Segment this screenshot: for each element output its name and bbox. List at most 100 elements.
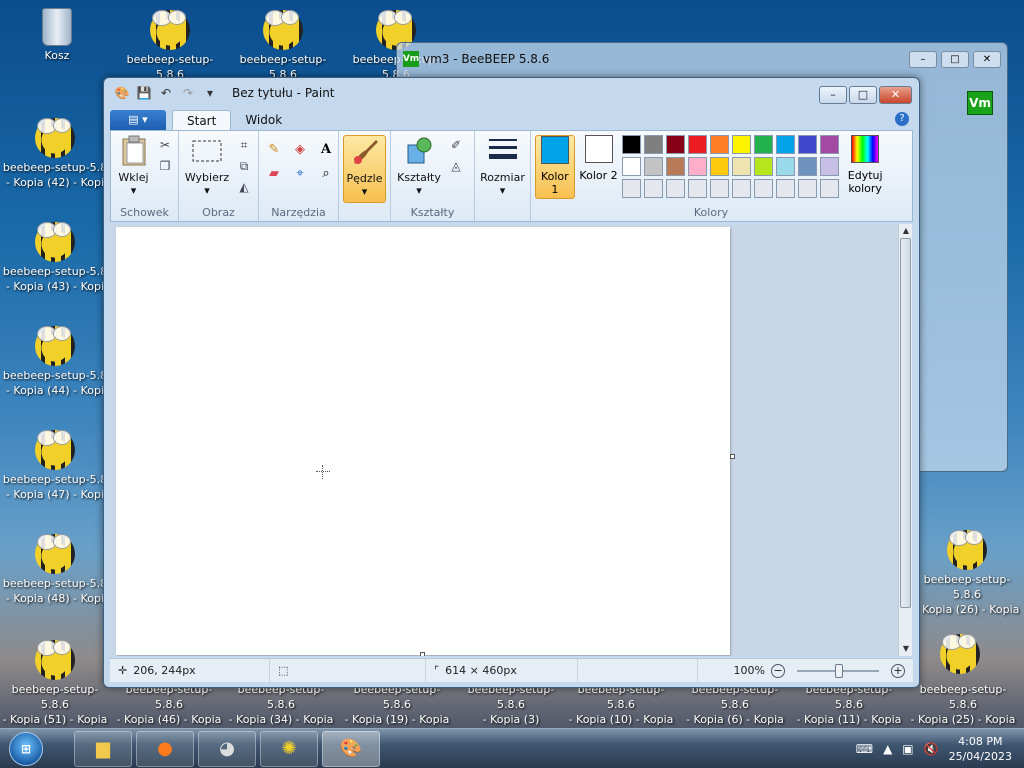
desktop-icon-beebeep[interactable]: beebeep-setup-5.8.6 - Kopia (6) - Kopia: [680, 682, 790, 727]
palette-swatch[interactable]: [776, 157, 796, 176]
network-icon[interactable]: ▣: [902, 742, 913, 756]
color-picker-icon[interactable]: ⌖: [289, 163, 311, 183]
desktop-icon-beebeep[interactable]: beebeep-setup-5.8.6 - Kopia (3): [456, 682, 566, 727]
start-button[interactable]: ⊞: [4, 730, 48, 768]
palette-swatch[interactable]: [732, 179, 752, 198]
palette-swatch[interactable]: [644, 179, 664, 198]
tab-start[interactable]: Start: [172, 110, 232, 130]
palette-swatch[interactable]: [622, 179, 642, 198]
zoom-out-button[interactable]: −: [771, 663, 785, 678]
scroll-thumb[interactable]: [900, 238, 911, 608]
desktop-icon-beebeep[interactable]: beebeep-setup-5.8.6 - Kopia (26) - Kopia: [912, 530, 1022, 617]
help-icon[interactable]: ?: [895, 112, 909, 126]
palette-swatch[interactable]: [798, 179, 818, 198]
shapes-button[interactable]: Kształty ▾: [395, 135, 443, 203]
taskbar-app-raccoon[interactable]: ◕: [198, 730, 256, 767]
canvas-resize-handle-right[interactable]: [730, 454, 735, 459]
palette-swatch[interactable]: [798, 135, 818, 154]
desktop-icon-beebeep[interactable]: beebeep-setup-5.8.6 - Kopia (46) - Kopia: [114, 682, 224, 727]
palette-swatch[interactable]: [710, 157, 730, 176]
taskbar-beebeep[interactable]: ✺: [260, 730, 318, 767]
clock[interactable]: 4:08 PM 25/04/2023: [949, 734, 1012, 764]
desktop-icon-beebeep[interactable]: beebeep-setup-5.8 - Kopia (42) - Kopi: [0, 118, 110, 190]
vertical-scrollbar[interactable]: ▲ ▼: [898, 224, 912, 656]
palette-swatch[interactable]: [754, 179, 774, 198]
zoom-slider[interactable]: [797, 663, 879, 678]
select-button[interactable]: Wybierz ▾: [183, 135, 231, 203]
brushes-button[interactable]: Pędzle ▾: [343, 135, 386, 203]
color2-button[interactable]: Kolor 2: [579, 135, 619, 199]
palette-swatch[interactable]: [732, 157, 752, 176]
palette-swatch[interactable]: [644, 135, 664, 154]
taskbar-firefox[interactable]: ●: [136, 730, 194, 767]
taskbar-explorer[interactable]: ▆: [74, 730, 132, 767]
paste-button[interactable]: Wklej ▾: [115, 135, 152, 203]
desktop-icon-beebeep[interactable]: beebeep-setup-5.8.6: [228, 10, 338, 82]
palette-swatch[interactable]: [776, 179, 796, 198]
minimize-button[interactable]: –: [819, 86, 847, 104]
palette-swatch[interactable]: [622, 157, 642, 176]
magnifier-icon[interactable]: ⌕: [315, 163, 337, 183]
color1-button[interactable]: Kolor 1: [535, 135, 575, 199]
paint-titlebar[interactable]: 🎨 💾 ↶ ↷ ▾ Bez tytułu - Paint: [104, 78, 919, 108]
palette-swatch[interactable]: [732, 135, 752, 154]
palette-swatch[interactable]: [688, 135, 708, 154]
desktop-icon-beebeep[interactable]: beebeep-setup-5.8.6 - Kopia (11) - Kopia: [794, 682, 904, 727]
desktop-icon-beebeep[interactable]: beebeep-setup-5.8.6 - Kopia (25) - Kopia: [908, 682, 1018, 727]
palette-swatch[interactable]: [820, 135, 840, 154]
scroll-down-icon[interactable]: ▼: [899, 642, 912, 656]
palette-swatch[interactable]: [754, 157, 774, 176]
fill-shape-icon[interactable]: ◬: [447, 158, 465, 174]
paint-app-icon[interactable]: 🎨: [114, 85, 130, 101]
desktop-icon-beebeep[interactable]: beebeep-setup-5.8 - Kopia (44) - Kopi: [0, 326, 110, 398]
zoom-slider-knob[interactable]: [835, 663, 843, 678]
customize-quick-access-icon[interactable]: ▾: [202, 85, 218, 101]
palette-swatch[interactable]: [710, 135, 730, 154]
palette-swatch[interactable]: [666, 157, 686, 176]
palette-swatch[interactable]: [820, 157, 840, 176]
palette-swatch[interactable]: [688, 179, 708, 198]
palette-swatch[interactable]: [622, 135, 642, 154]
desktop-icon-beebeep[interactable]: beebeep-setup-5.8.6 - Kopia (10) - Kopia: [566, 682, 676, 727]
beebeep-user-badge[interactable]: Vm: [967, 91, 993, 115]
crop-icon[interactable]: ⌗: [235, 137, 253, 153]
copy-icon[interactable]: ❐: [156, 158, 174, 174]
redo-icon[interactable]: ↷: [180, 85, 196, 101]
desktop-icon-beebeep[interactable]: beebeep-setup-5.8.6: [115, 10, 225, 82]
save-icon[interactable]: 💾: [136, 85, 152, 101]
palette-swatch[interactable]: [644, 157, 664, 176]
desktop-icon-beebeep[interactable]: beebeep-setup-5.8.6 - Kopia (34) - Kopia: [226, 682, 336, 727]
resize-icon[interactable]: ⧉: [235, 158, 253, 174]
rotate-icon[interactable]: ◭: [235, 179, 253, 195]
show-hidden-icons[interactable]: ▲: [883, 742, 892, 756]
desktop-icon-beebeep[interactable]: beebeep-setup-5.8.6 - Kopia (51) - Kopia: [0, 640, 110, 727]
maximize-button[interactable]: □: [849, 86, 877, 104]
scroll-up-icon[interactable]: ▲: [899, 224, 912, 238]
palette-swatch[interactable]: [688, 157, 708, 176]
palette-swatch[interactable]: [666, 135, 686, 154]
close-button[interactable]: ✕: [973, 51, 1001, 68]
desktop-icon-beebeep[interactable]: beebeep-setup-5.8 - Kopia (43) - Kopi: [0, 222, 110, 294]
palette-swatch[interactable]: [666, 179, 686, 198]
canvas-resize-handle-bottom[interactable]: [420, 652, 425, 656]
palette-swatch[interactable]: [776, 135, 796, 154]
desktop-icon-recycle-bin[interactable]: Kosz: [2, 8, 112, 63]
cut-icon[interactable]: ✂: [156, 137, 174, 153]
eraser-icon[interactable]: ▰: [263, 163, 285, 183]
tab-widok[interactable]: Widok: [231, 110, 296, 130]
maximize-button[interactable]: □: [941, 51, 969, 68]
close-button[interactable]: ✕: [879, 86, 912, 104]
minimize-button[interactable]: –: [909, 51, 937, 68]
desktop-icon-beebeep[interactable]: beebeep-setup-5.8 - Kopia (48) - Kopi: [0, 534, 110, 606]
desktop-icon-beebeep[interactable]: beebeep-setup-5.8.6 - Kopia (19) - Kopia: [342, 682, 452, 727]
desktop-icon-beebeep[interactable]: beebeep-setup-5.8 - Kopia (47) - Kopi: [0, 430, 110, 502]
palette-swatch[interactable]: [710, 179, 730, 198]
taskbar-paint[interactable]: 🎨: [322, 730, 380, 767]
canvas-area[interactable]: ▲ ▼: [110, 224, 912, 656]
edit-colors-button[interactable]: Edytuj kolory: [843, 135, 887, 199]
paint-menu-button[interactable]: ▤ ▾: [110, 110, 166, 130]
palette-swatch[interactable]: [754, 135, 774, 154]
size-button[interactable]: Rozmiar ▾: [479, 135, 526, 203]
text-icon[interactable]: A: [315, 139, 337, 159]
palette-swatch[interactable]: [798, 157, 818, 176]
